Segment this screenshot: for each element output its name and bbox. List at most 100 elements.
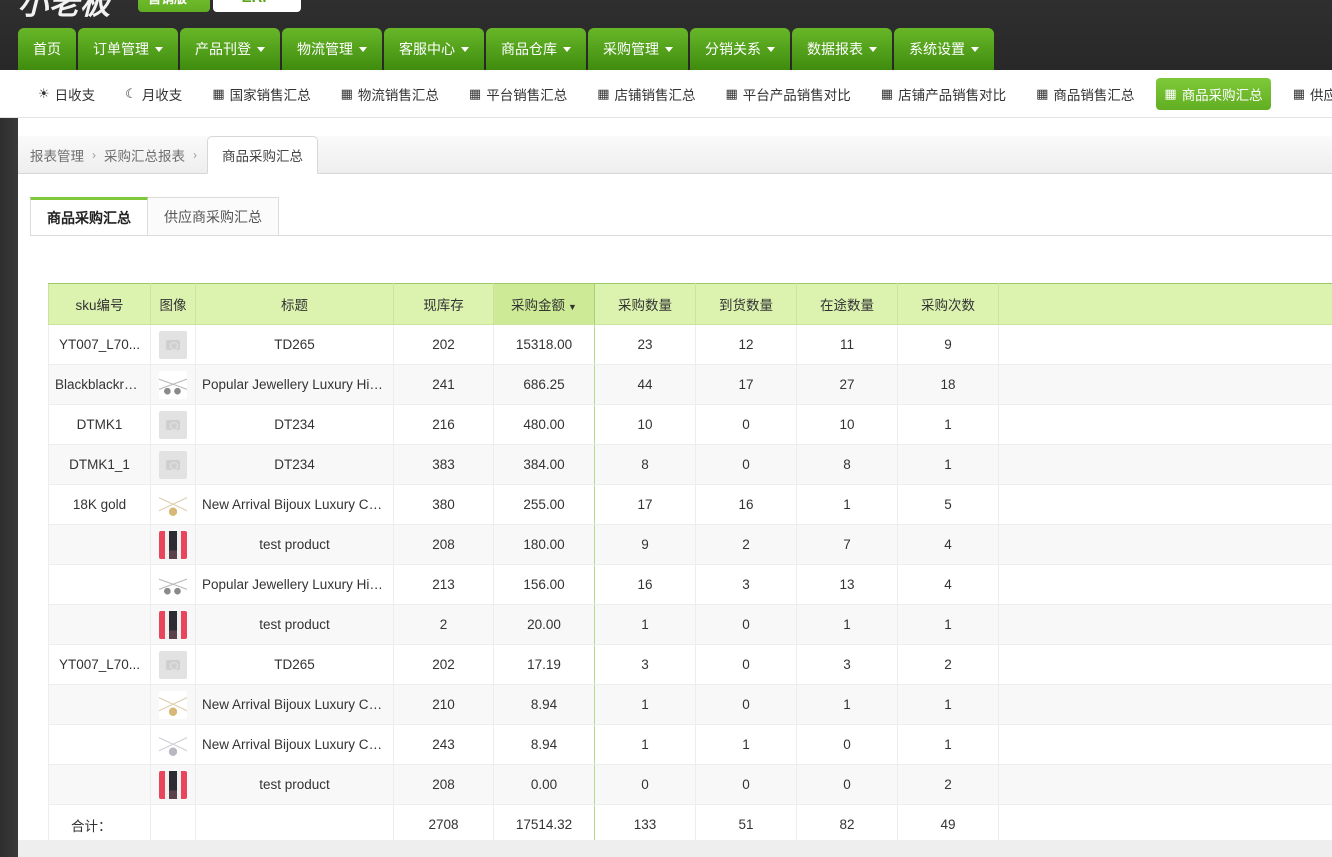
cell-intransit: 1: [796, 484, 898, 525]
nav-item-4[interactable]: 客服中心: [384, 28, 484, 70]
cell-stock: 216: [393, 404, 494, 445]
nav-item-3[interactable]: 物流管理: [282, 28, 382, 70]
total-stock: 2708: [393, 804, 494, 845]
nav-item-label: 系统设置: [909, 41, 965, 57]
column-header-label: 采购次数: [921, 298, 975, 313]
nav-item-5[interactable]: 商品仓库: [486, 28, 586, 70]
nav-item-1[interactable]: 订单管理: [78, 28, 178, 70]
cell-arrived: 0: [695, 644, 797, 685]
column-header-title[interactable]: 标题: [195, 283, 394, 325]
shortcut-店铺产品销售对比[interactable]: ▦ 店铺产品销售对比: [873, 78, 1014, 110]
product-thumbnail: [159, 490, 187, 519]
cell-arrived: 0: [695, 444, 797, 485]
nav-item-8[interactable]: 数据报表: [792, 28, 892, 70]
table-row[interactable]: YT007_L70... TD265 202 17.19 3 0 3 2: [48, 644, 1332, 685]
table-head: sku编号 图像 标题 现库存 采购金额 ▼ 采购数量 到货数量 在途数量 采购次数: [48, 283, 1332, 325]
column-header-intransit[interactable]: 在途数量: [796, 283, 898, 325]
table-row[interactable]: test product 208 0.00 0 0 0 2: [48, 764, 1332, 805]
erp-label: ERP: [242, 0, 273, 6]
cell-amount: 156.00: [493, 564, 595, 605]
cell-sku: [48, 524, 151, 565]
column-header-image[interactable]: 图像: [150, 283, 196, 325]
cell-title: test product: [195, 764, 394, 805]
table-icon: ▦: [725, 86, 738, 101]
breadcrumb-bar: 报表管理 › 采购汇总报表 › 商品采购汇总: [18, 136, 1332, 174]
footer-strip: [18, 840, 1332, 857]
cell-qty: 16: [594, 564, 696, 605]
column-header-stock[interactable]: 现库存: [393, 283, 494, 325]
breadcrumb-item-0[interactable]: 报表管理: [26, 145, 88, 165]
shortcut-供应商采购汇总[interactable]: ▦ 供应商采购汇总: [1285, 78, 1332, 110]
nav-item-0[interactable]: 首页: [18, 28, 76, 70]
column-header-arrived[interactable]: 到货数量: [695, 283, 797, 325]
shortcut-商品采购汇总[interactable]: ▦ 商品采购汇总: [1156, 77, 1271, 110]
total-intransit: 82: [796, 804, 898, 845]
shortcut-月收支[interactable]: ☾ 月收支: [117, 78, 190, 110]
cell-times: 9: [897, 324, 999, 365]
chevron-down-icon: [461, 46, 469, 52]
cell-times: 18: [897, 364, 999, 405]
table-row[interactable]: Popular Jewellery Luxury Hig... 213 156.00…: [48, 564, 1332, 605]
nav-item-label: 商品仓库: [501, 41, 557, 57]
shortcut-店铺销售汇总[interactable]: ▦ 店铺销售汇总: [589, 78, 703, 110]
cell-qty: 1: [594, 724, 696, 765]
top-header-bar: 小老板 营销版 ERP 首页 订单管理 产品刊登 物流管理 客服中心 商品仓库 采购管理 分销…: [0, 0, 1332, 70]
nav-item-9[interactable]: 系统设置: [894, 28, 994, 70]
logo-text: 小老板: [18, 0, 111, 21]
image-placeholder-icon: [159, 650, 187, 679]
table-row[interactable]: test product 2 20.00 1 0 1 1: [48, 604, 1332, 645]
cell-stock: 202: [393, 644, 494, 685]
column-header-amount[interactable]: 采购金额 ▼: [493, 283, 595, 325]
table-row[interactable]: New Arrival Bijoux Luxury Cu... 210 8.94 1 0…: [48, 684, 1332, 725]
cell-times: 1: [897, 724, 999, 765]
cell-image: [150, 484, 196, 525]
cell-blank: [998, 724, 1332, 765]
sort-desc-icon: ▼: [568, 302, 577, 312]
shortcut-日收支[interactable]: ☀ 日收支: [30, 78, 103, 110]
nav-item-label: 数据报表: [807, 41, 863, 57]
cell-amount: 15318.00: [493, 324, 595, 365]
product-thumbnail: [159, 690, 187, 719]
shortcut-平台产品销售对比[interactable]: ▦ 平台产品销售对比: [718, 78, 859, 110]
cell-arrived: 12: [695, 324, 797, 365]
shortcut-平台销售汇总[interactable]: ▦ 平台销售汇总: [461, 78, 575, 110]
shortcut-物流销售汇总[interactable]: ▦ 物流销售汇总: [333, 78, 447, 110]
table-row[interactable]: 18K gold New Arrival Bijoux Luxury Cu... 3…: [48, 484, 1332, 525]
nav-item-label: 订单管理: [93, 41, 149, 57]
cell-intransit: 3: [796, 644, 898, 685]
shortcut-商品销售汇总[interactable]: ▦ 商品销售汇总: [1028, 78, 1142, 110]
image-placeholder-icon: [159, 330, 187, 359]
table-row[interactable]: DTMK1 DT234 216 480.00 10 0 10 1: [48, 404, 1332, 445]
table-row[interactable]: New Arrival Bijoux Luxury Cu... 243 8.94 1 1…: [48, 724, 1332, 765]
cell-title: New Arrival Bijoux Luxury Cu...: [195, 724, 394, 765]
table-row[interactable]: test product 208 180.00 9 2 7 4: [48, 524, 1332, 565]
table-icon: ▦: [212, 86, 225, 101]
version-selector[interactable]: 营销版: [138, 0, 211, 12]
breadcrumb-item-1[interactable]: 采购汇总报表: [100, 145, 189, 165]
column-header-sku[interactable]: sku编号: [48, 283, 151, 325]
table-row[interactable]: DTMK1_1 DT234 383 384.00 8 0 8 1: [48, 444, 1332, 485]
breadcrumb-current-tab[interactable]: 商品采购汇总: [207, 136, 318, 174]
tab-供应商采购汇总[interactable]: 供应商采购汇总: [148, 197, 279, 235]
chevron-down-icon: [155, 46, 163, 52]
nav-item-2[interactable]: 产品刊登: [180, 28, 280, 70]
cell-intransit: 1: [796, 604, 898, 645]
erp-badge[interactable]: ERP: [213, 0, 301, 12]
cell-times: 1: [897, 604, 999, 645]
table-row[interactable]: YT007_L70... TD265 202 15318.00 23 12 11 9: [48, 324, 1332, 365]
column-header-label: 图像: [159, 298, 187, 313]
cell-blank: [998, 444, 1332, 485]
shortcut-国家销售汇总[interactable]: ▦ 国家销售汇总: [204, 78, 318, 110]
nav-item-7[interactable]: 分销关系: [690, 28, 790, 70]
cell-intransit: 10: [796, 404, 898, 445]
cell-sku: 18K gold: [48, 484, 151, 525]
shortcut-label: 日收支: [54, 87, 96, 103]
column-header-qty[interactable]: 采购数量: [594, 283, 696, 325]
report-tabs: 商品采购汇总 供应商采购汇总: [30, 197, 279, 235]
nav-item-6[interactable]: 采购管理: [588, 28, 688, 70]
cell-arrived: 0: [695, 604, 797, 645]
column-header-times[interactable]: 采购次数: [897, 283, 999, 325]
tab-商品采购汇总[interactable]: 商品采购汇总: [30, 197, 148, 235]
cell-sku: [48, 764, 151, 805]
table-row[interactable]: BlackblackredS Popular Jewellery Luxury H…: [48, 364, 1332, 405]
